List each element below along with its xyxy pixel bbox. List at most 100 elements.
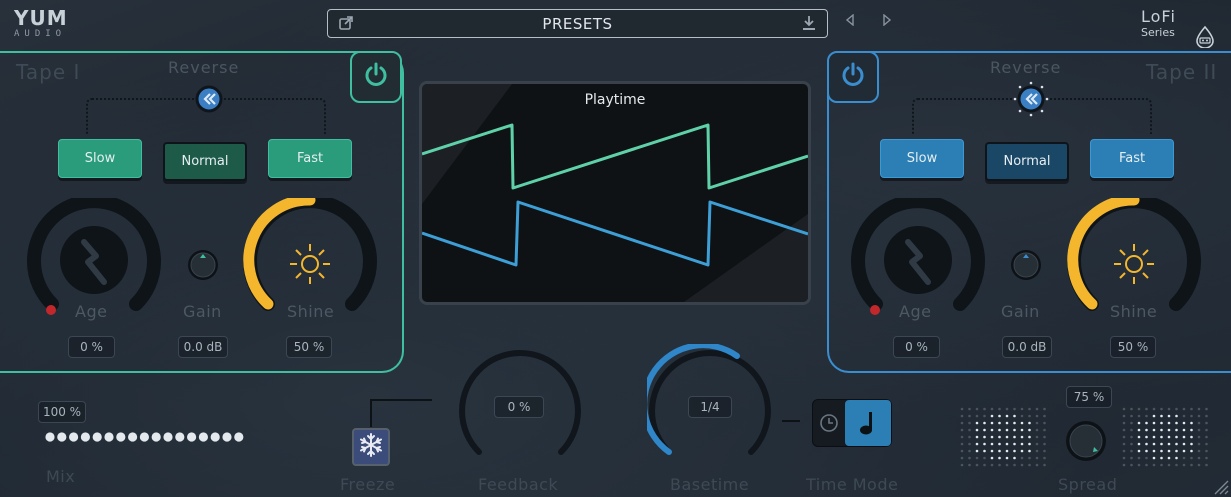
logo-main-text: YUM bbox=[14, 6, 68, 30]
spread-label: Spread bbox=[1058, 475, 1118, 494]
speaker-dot bbox=[1167, 449, 1171, 453]
speaker-dot bbox=[975, 456, 979, 460]
tape-one-age-value[interactable]: 0 % bbox=[68, 336, 115, 358]
speaker-dot bbox=[1205, 421, 1208, 425]
spread-value[interactable]: 75 % bbox=[1066, 386, 1112, 408]
open-external-icon[interactable] bbox=[338, 15, 354, 31]
feedback-value[interactable]: 0 % bbox=[494, 396, 544, 418]
speaker-dot bbox=[968, 463, 971, 467]
tape-two-power-button[interactable] bbox=[827, 51, 879, 103]
speaker-dot bbox=[1197, 414, 1201, 418]
mix-dot bbox=[80, 432, 90, 442]
tape-one-shine-value[interactable]: 50 % bbox=[286, 336, 332, 358]
speaker-dot bbox=[983, 428, 986, 432]
speaker-dot bbox=[960, 442, 964, 446]
tape-two-gain-label: Gain bbox=[1001, 302, 1040, 321]
speaker-dot bbox=[1028, 428, 1031, 432]
mix-dot bbox=[210, 432, 220, 442]
previous-preset-icon[interactable] bbox=[845, 13, 855, 27]
speaker-dot bbox=[1190, 449, 1193, 453]
speaker-dot bbox=[1160, 449, 1163, 453]
speaker-dot bbox=[1205, 463, 1208, 467]
logo-sub-text: AUDIO bbox=[14, 29, 67, 39]
speaker-dot bbox=[1028, 407, 1031, 411]
freeze-button[interactable] bbox=[352, 428, 390, 466]
speaker-dot bbox=[1028, 456, 1031, 460]
speaker-dot bbox=[960, 407, 964, 411]
clock-icon[interactable] bbox=[813, 400, 845, 446]
speaker-dot bbox=[1122, 449, 1126, 453]
speaker-dot bbox=[1122, 442, 1126, 446]
next-preset-icon[interactable] bbox=[882, 13, 892, 27]
tape-one-reverse-toggle[interactable] bbox=[195, 85, 223, 117]
speaker-dot bbox=[1043, 435, 1046, 439]
speaker-dot bbox=[960, 421, 964, 425]
speaker-dot bbox=[1190, 442, 1193, 446]
speaker-dot bbox=[1182, 414, 1186, 418]
speaker-dot bbox=[1137, 421, 1141, 425]
tape-two-gain-knob[interactable] bbox=[1009, 248, 1043, 286]
tape-two-normal-button[interactable]: Normal bbox=[985, 142, 1069, 181]
tape-one-normal-button[interactable]: Normal bbox=[163, 142, 247, 181]
tape-one-gain-knob[interactable] bbox=[186, 248, 220, 286]
speaker-dot bbox=[1197, 407, 1201, 411]
speaker-dot bbox=[1020, 428, 1024, 432]
tape-two-gain-value[interactable]: 0.0 dB bbox=[1002, 336, 1052, 358]
tape-two-shine-value[interactable]: 50 % bbox=[1110, 336, 1156, 358]
basetime-value[interactable]: 1/4 bbox=[688, 396, 732, 418]
tape-one-slow-button[interactable]: Slow bbox=[58, 139, 142, 178]
speaker-dot bbox=[990, 442, 994, 446]
speaker-dot bbox=[1175, 456, 1178, 460]
preset-browser[interactable]: PRESETS bbox=[327, 9, 828, 38]
tape-two-slow-button[interactable]: Slow bbox=[880, 139, 964, 178]
speaker-dot bbox=[1043, 456, 1046, 460]
speaker-dot bbox=[1190, 435, 1193, 439]
speaker-dot bbox=[1005, 414, 1009, 418]
speaker-dot bbox=[1205, 414, 1208, 418]
speaker-dot bbox=[1145, 428, 1148, 432]
speaker-dot bbox=[1197, 428, 1201, 432]
speaker-dot bbox=[1145, 442, 1148, 446]
speaker-dot bbox=[983, 435, 986, 439]
speaker-dot bbox=[975, 428, 979, 432]
speaker-dot bbox=[960, 456, 964, 460]
speaker-dot bbox=[1167, 428, 1171, 432]
speaker-dot bbox=[1152, 449, 1156, 453]
speaker-dot bbox=[1167, 407, 1171, 411]
speaker-dot bbox=[1160, 407, 1163, 411]
mix-slider[interactable] bbox=[44, 428, 248, 447]
speaker-dot bbox=[1028, 435, 1031, 439]
mix-dot bbox=[128, 432, 138, 442]
speaker-dot bbox=[990, 435, 994, 439]
speaker-dot bbox=[1145, 407, 1148, 411]
speaker-dot bbox=[1182, 428, 1186, 432]
time-mode-switch[interactable] bbox=[812, 399, 892, 447]
music-note-icon[interactable] bbox=[845, 400, 891, 446]
speaker-dot bbox=[1167, 442, 1171, 446]
tape-two-reverse-toggle[interactable] bbox=[1013, 81, 1049, 121]
mix-value[interactable]: 100 % bbox=[38, 401, 86, 423]
tape-one-title: Tape I bbox=[16, 60, 81, 84]
speaker-dot bbox=[1035, 407, 1039, 411]
speaker-dot bbox=[1175, 449, 1178, 453]
speaker-dot bbox=[1130, 414, 1133, 418]
speaker-dot bbox=[1028, 449, 1031, 453]
tape-two-fast-button[interactable]: Fast bbox=[1090, 139, 1174, 178]
speaker-dot bbox=[968, 435, 971, 439]
speaker-dot bbox=[1197, 463, 1201, 467]
spread-knob[interactable] bbox=[1064, 419, 1108, 467]
speaker-dot bbox=[1190, 456, 1193, 460]
speaker-dot bbox=[975, 414, 979, 418]
speaker-dot bbox=[1145, 463, 1148, 467]
speaker-dot bbox=[1152, 428, 1156, 432]
speaker-dot bbox=[1013, 442, 1016, 446]
speaker-dot bbox=[968, 428, 971, 432]
tape-one-power-button[interactable] bbox=[350, 51, 402, 103]
tape-one-gain-value[interactable]: 0.0 dB bbox=[178, 336, 228, 358]
download-icon[interactable] bbox=[801, 15, 817, 31]
mix-dot bbox=[45, 432, 55, 442]
resize-grip-icon[interactable] bbox=[1211, 477, 1229, 497]
tape-two-age-value[interactable]: 0 % bbox=[893, 336, 940, 358]
tape-one-fast-button[interactable]: Fast bbox=[268, 139, 352, 178]
speaker-dot bbox=[1005, 456, 1009, 460]
